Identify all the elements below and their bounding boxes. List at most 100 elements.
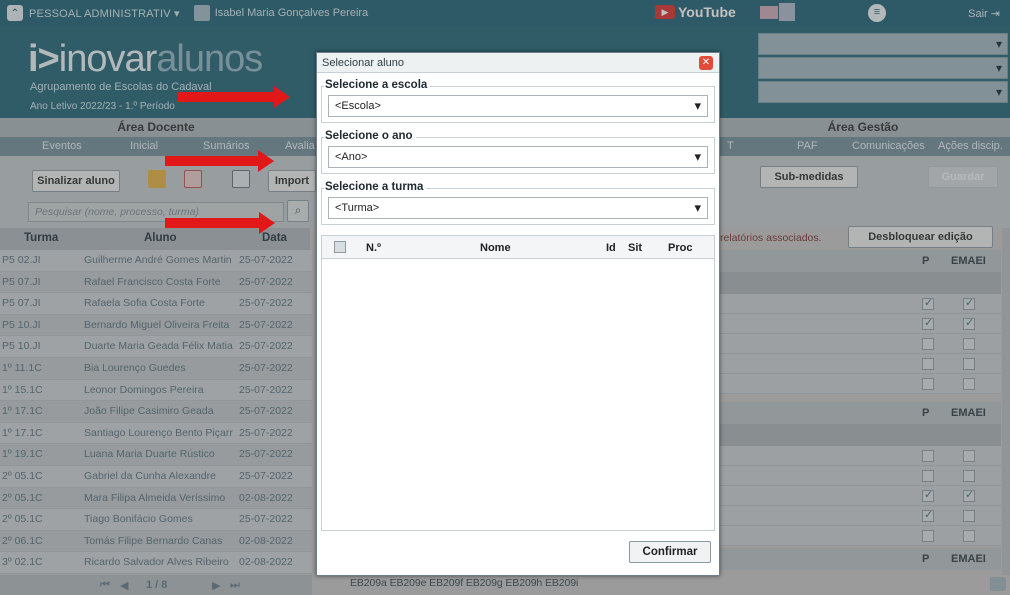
logout-link[interactable]: Sair ⇥ — [968, 7, 1000, 20]
emaei-checkbox[interactable] — [963, 450, 975, 462]
table-row[interactable]: P5 07.JI Rafael Francisco Costa Forte 25-0… — [0, 271, 312, 294]
youtube-link[interactable]: ▶ YouTube — [655, 4, 736, 20]
menu-avaliacao[interactable]: Avalia — [285, 137, 315, 156]
select-all-checkbox[interactable] — [334, 241, 346, 253]
table-row[interactable]: P5 07.JI Rafaela Sofia Costa Forte 25-07-2… — [0, 293, 312, 315]
table-row[interactable]: 3º 02.1C Ricardo Salvador Alves Ribeiro 02… — [0, 552, 312, 574]
table-row[interactable]: 1º 17.1C Santiago Lourenço Bento Piçarr 25… — [0, 422, 312, 445]
p-checkbox[interactable] — [922, 488, 934, 502]
flag-icon[interactable] — [148, 170, 166, 188]
table-row[interactable]: P5 10.JI Duarte Maria Geada Félix Matia 25… — [0, 336, 312, 358]
emaei-checkbox[interactable] — [963, 530, 975, 542]
menu-t[interactable]: T — [727, 137, 734, 156]
graduation-icon[interactable] — [779, 3, 795, 21]
row-turma: 1º 15.1C — [2, 383, 43, 396]
area-docente[interactable]: Área Docente — [0, 118, 312, 137]
collapse-icon[interactable]: ⌃ — [7, 5, 23, 21]
row-data: 25-07-2022 — [239, 383, 293, 396]
p-checkbox[interactable] — [922, 450, 934, 462]
p-checkbox[interactable] — [922, 316, 934, 330]
printer-icon[interactable] — [990, 577, 1006, 591]
emaei-checkbox[interactable] — [963, 470, 975, 482]
header-select-2[interactable] — [758, 57, 1008, 79]
sub-medidas-button[interactable]: Sub-medidas — [760, 166, 858, 188]
table-row[interactable]: 2º 05.1C Gabriel da Cunha Alexandre 25-07-… — [0, 465, 312, 488]
row-data: 25-07-2022 — [239, 254, 293, 266]
p-checkbox[interactable] — [922, 378, 934, 390]
emaei-checkbox[interactable] — [963, 358, 975, 370]
header-select-3[interactable] — [758, 81, 1008, 103]
col-aluno[interactable]: Aluno — [144, 232, 177, 244]
next-page-icon[interactable]: ▶ — [212, 579, 220, 592]
menu-eventos[interactable]: Eventos — [42, 137, 82, 156]
guardar-button[interactable]: Guardar — [928, 166, 998, 188]
row-aluno: Rafael Francisco Costa Forte — [84, 275, 221, 288]
col-sit[interactable]: Sit — [628, 242, 642, 254]
table-row[interactable]: 1º 15.1C Leonor Domingos Pereira 25-07-202… — [0, 379, 312, 402]
table-row[interactable]: 2º 05.1C Mara Filipa Almeida Veríssimo 02-… — [0, 487, 312, 510]
row-turma: 2º 06.1C — [2, 534, 43, 547]
importar-button[interactable]: Import — [268, 170, 316, 192]
emaei-checkbox[interactable] — [963, 488, 975, 502]
mail-icon[interactable] — [760, 6, 778, 19]
p-checkbox[interactable] — [922, 338, 934, 350]
emaei-checkbox[interactable] — [963, 338, 975, 350]
class-select[interactable]: <Turma> — [328, 197, 708, 219]
confirm-button[interactable]: Confirmar — [629, 541, 711, 563]
p-checkbox[interactable] — [922, 508, 934, 522]
p-checkbox[interactable] — [922, 470, 934, 482]
youtube-label: YouTube — [678, 4, 736, 20]
table-row[interactable]: P5 02.JI Guilherme André Gomes Martin 25-0… — [0, 250, 312, 272]
sinalizar-aluno-button[interactable]: Sinalizar aluno — [32, 170, 120, 192]
menu-comunicacoes[interactable]: Comunicações — [852, 137, 925, 156]
col-turma[interactable]: Turma — [24, 232, 58, 244]
chat-icon[interactable]: ≡ — [868, 4, 886, 22]
emaei-checkbox[interactable] — [963, 378, 975, 390]
menu-inicial[interactable]: Inicial — [130, 137, 158, 156]
row-data: 02-08-2022 — [239, 556, 293, 569]
right-block-3: P EMAEI — [716, 548, 1001, 570]
right-block-1: P EMAEI — [716, 250, 1001, 394]
table-row[interactable]: 1º 11.1C Bia Lourenço Guedes 25-07-2022 — [0, 357, 312, 380]
col-proc[interactable]: Proc — [668, 242, 692, 254]
col-numero[interactable]: N.º — [366, 242, 381, 254]
student-grid-body — [321, 259, 715, 531]
unlock-edit-button[interactable]: Desbloquear edição — [848, 226, 993, 248]
table-row[interactable]: 2º 06.1C Tomás Filipe Bernardo Canas 02-08… — [0, 530, 312, 553]
area-gestao[interactable]: Área Gestão — [716, 118, 1010, 137]
p-checkbox[interactable] — [922, 530, 934, 542]
year-select[interactable]: <Ano> — [328, 146, 708, 168]
col-id[interactable]: Id — [606, 242, 616, 254]
emaei-checkbox[interactable] — [963, 510, 975, 522]
refresh-icon[interactable] — [184, 170, 202, 188]
right-block-header: P EMAEI — [716, 548, 1001, 570]
menu-acoes-disciplinares[interactable]: Ações discip. — [938, 137, 1003, 156]
table-row[interactable]: 1º 19.1C Luana Maria Duarte Rústico 25-07-… — [0, 444, 312, 466]
menu-sumarios[interactable]: Sumários — [203, 137, 249, 156]
row-turma: 1º 19.1C — [2, 448, 43, 461]
menu-paf[interactable]: PAF — [797, 137, 818, 156]
table-row[interactable]: 1º 17.1C João Filipe Casimiro Geada 25-07-… — [0, 401, 312, 423]
close-icon[interactable]: ✕ — [699, 56, 713, 70]
pager: ⏮ ◀ 1 / 8 ▶ ⏭ — [0, 575, 312, 595]
emaei-checkbox[interactable] — [963, 296, 975, 310]
last-page-icon[interactable]: ⏭ — [230, 579, 240, 592]
p-checkbox[interactable] — [922, 358, 934, 370]
scrollbar[interactable] — [1002, 228, 1010, 575]
table-row[interactable]: P5 10.JI Bernardo Miguel Oliveira Freita 2… — [0, 314, 312, 337]
prev-page-icon[interactable]: ◀ — [120, 579, 128, 592]
school-select[interactable]: <Escola> — [328, 95, 708, 117]
search-icon[interactable]: ⌕ — [287, 200, 309, 222]
row-data: 25-07-2022 — [239, 318, 293, 331]
first-page-icon[interactable]: ⏮ — [100, 579, 110, 592]
col-nome[interactable]: Nome — [480, 242, 511, 254]
row-data: 25-07-2022 — [239, 513, 293, 526]
row-turma: P5 10.JI — [2, 340, 41, 353]
emaei-checkbox[interactable] — [963, 316, 975, 330]
class-fieldset: Selecione a turma <Turma> — [321, 181, 715, 225]
header-select-1[interactable] — [758, 33, 1008, 55]
table-row[interactable]: 2º 05.1C Tiago Bonifácio Gomes 25-07-2022 — [0, 509, 312, 531]
p-checkbox[interactable] — [922, 296, 934, 310]
profile-dropdown[interactable]: PESSOAL ADMINISTRATIV ▾ — [29, 7, 180, 20]
print-icon[interactable] — [232, 170, 250, 188]
